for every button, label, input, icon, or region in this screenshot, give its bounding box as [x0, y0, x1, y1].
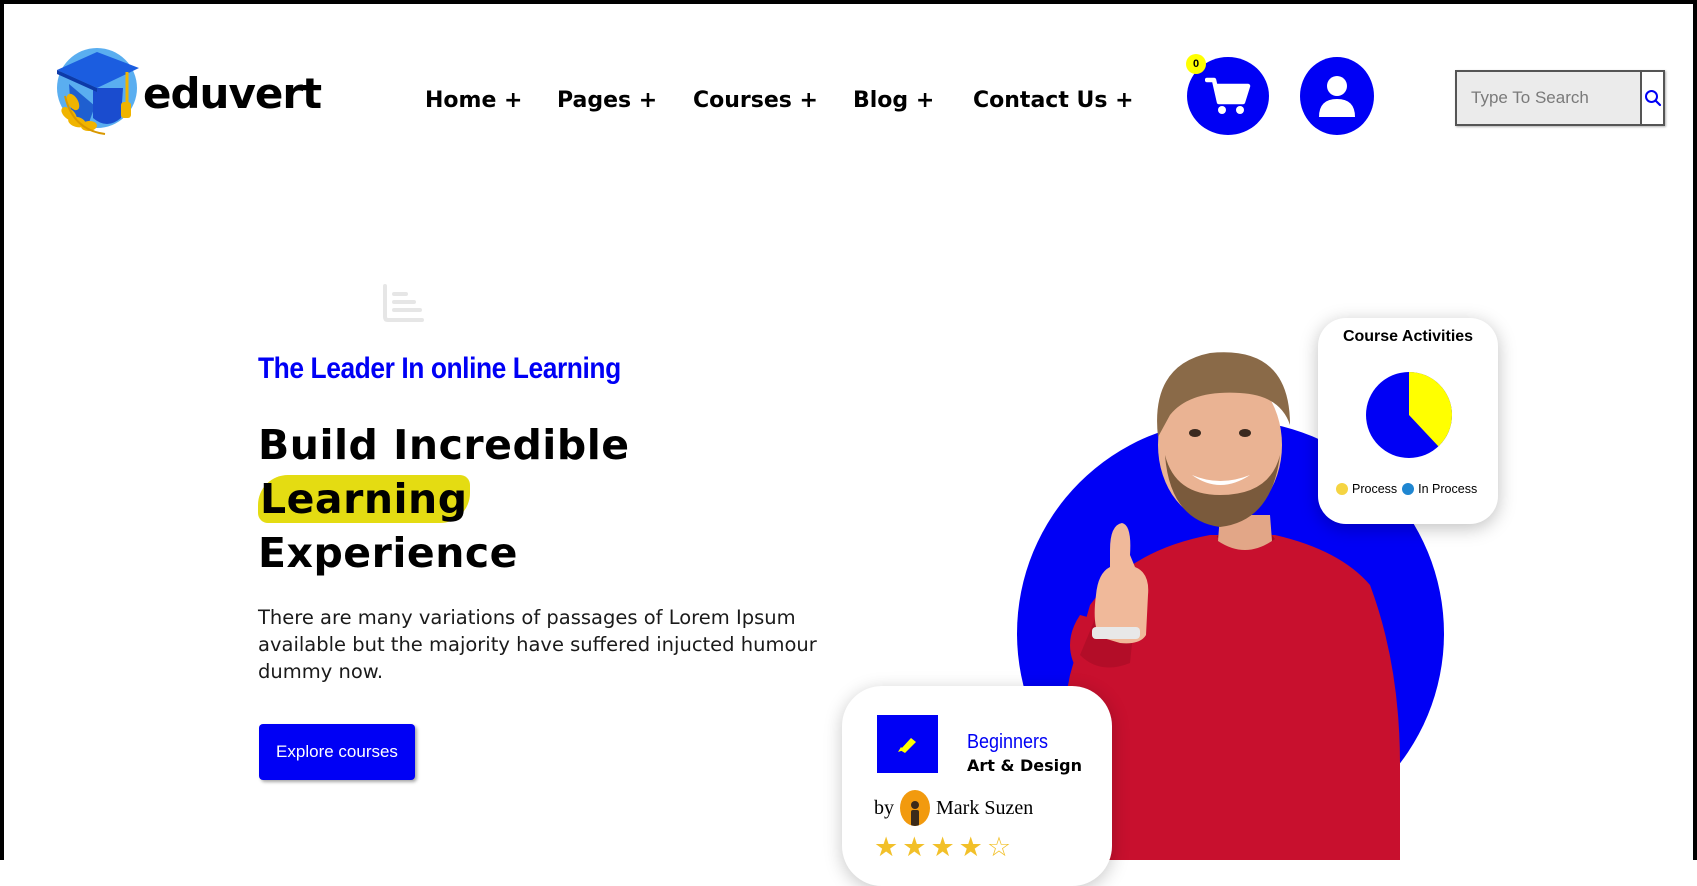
legend-dot-in-process [1402, 483, 1415, 495]
star-filled-icon: ★ [902, 832, 927, 862]
star-filled-icon: ★ [874, 832, 899, 862]
rating-stars: ★ ★ ★ ★ ☆ [874, 834, 1015, 861]
avatar [900, 790, 930, 826]
nav-item-courses[interactable]: Courses + [693, 88, 853, 113]
legend-item-process: Process [1336, 482, 1397, 496]
paintbrush-icon [877, 715, 938, 773]
search-button[interactable] [1640, 72, 1663, 124]
headline-line-3: Experience [258, 529, 518, 577]
nav-item-home[interactable]: Home + [425, 88, 557, 113]
nav-item-pages[interactable]: Pages + [557, 88, 693, 113]
cart-count-badge: 0 [1186, 54, 1206, 74]
brand-logo[interactable]: eduvert [55, 46, 322, 136]
explore-courses-button[interactable]: Explore courses [259, 724, 415, 780]
headline-highlight: Learning [258, 475, 470, 523]
search-icon [1644, 90, 1661, 107]
hero-description: There are many variations of passages of… [258, 606, 817, 683]
star-filled-icon: ★ [958, 832, 983, 862]
instructor-name: Mark Suzen [936, 796, 1034, 819]
user-account-button[interactable] [1300, 57, 1374, 135]
activities-pie-chart [1366, 372, 1452, 458]
user-icon [1319, 76, 1355, 117]
search-box [1455, 70, 1665, 126]
cart-icon [1205, 77, 1251, 114]
legend-label-process: Process [1352, 482, 1398, 496]
course-activities-card: Course Activities Process In Process [1318, 318, 1498, 524]
activities-legend: Process In Process [1336, 482, 1482, 496]
brand-name: eduvert [143, 68, 322, 118]
course-level: Beginners [967, 731, 1049, 753]
list-decoration-icon [382, 284, 426, 327]
hero-tagline: The Leader In online Learning [258, 352, 621, 385]
by-label: by [874, 796, 894, 819]
hero-headline: Build Incredible Learning Experience [258, 418, 630, 580]
star-filled-icon: ★ [930, 832, 955, 862]
main-nav: Home + Pages + Courses + Blog + Contact … [425, 88, 1134, 113]
search-input[interactable] [1457, 72, 1640, 124]
star-empty-icon: ☆ [986, 832, 1012, 862]
graduation-cap-logo-icon [55, 46, 145, 136]
legend-label-in-process: In Process [1418, 482, 1478, 496]
nav-item-contact-us[interactable]: Contact Us + [973, 88, 1134, 113]
headline-line-1: Build Incredible [258, 421, 630, 469]
course-card[interactable]: Beginners Art & Design by Mark Suzen ★ ★ ★… [842, 686, 1112, 886]
course-category: Art & Design [967, 756, 1082, 775]
activities-card-title: Course Activities [1342, 328, 1474, 345]
legend-item-in-process: In Process [1402, 482, 1477, 496]
course-instructor-line: by Mark Suzen [874, 790, 1033, 826]
nav-item-blog[interactable]: Blog + [853, 88, 973, 113]
legend-dot-process [1336, 483, 1348, 495]
